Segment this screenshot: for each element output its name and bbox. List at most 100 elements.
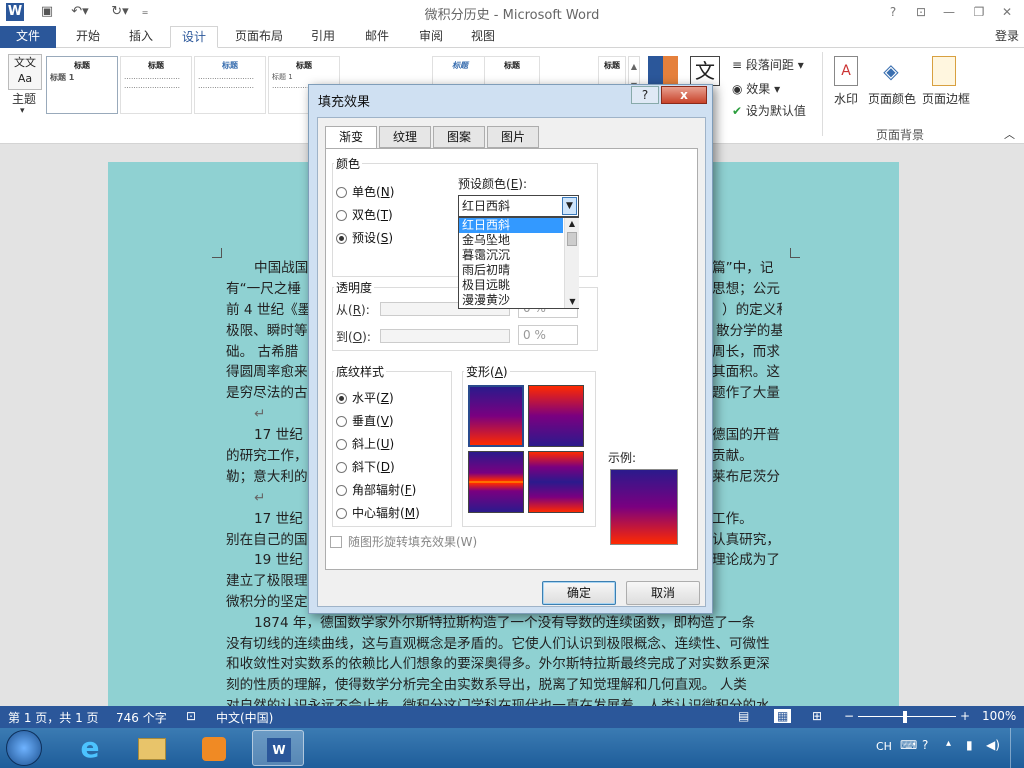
help-tray-icon[interactable]: ? (922, 738, 928, 752)
document-line-fragment[interactable]: 理论成为了 (712, 550, 782, 571)
page-color-button-label[interactable]: 页面颜色 (868, 90, 916, 107)
restore-icon[interactable]: ❐ (966, 2, 992, 22)
tab-layout[interactable]: 页面布局 (226, 26, 292, 48)
ie-icon[interactable]: e (64, 730, 116, 766)
explorer-icon[interactable] (126, 730, 178, 766)
tab-file[interactable]: 文件 (0, 26, 56, 48)
web-layout-icon[interactable]: ⊞ (812, 709, 822, 723)
word-taskbar-icon[interactable]: W (252, 730, 304, 766)
radio-one-color[interactable]: 单色(N) (336, 183, 394, 200)
document-line-fragment[interactable]: 思想；公元 (712, 279, 782, 300)
variant-4[interactable] (528, 451, 584, 513)
document-line-fragment[interactable]: 工作。 (712, 509, 782, 530)
theme-button-label[interactable]: 主题 (12, 90, 36, 107)
document-line-fragment[interactable]: 篇”中，记 (712, 258, 782, 279)
preset-option[interactable]: 金乌坠地 (459, 233, 563, 248)
chevron-down-icon[interactable]: ▼ (562, 197, 577, 215)
preset-option[interactable]: 红日西斜 (459, 218, 563, 233)
ribbon-display-icon[interactable]: ⊡ (908, 2, 934, 22)
list-scrollbar[interactable]: ▲ ▼ (564, 218, 579, 308)
document-line-fragment[interactable]: 其面积。这 (712, 362, 782, 383)
variant-1[interactable] (468, 385, 524, 447)
document-line-fragment[interactable]: ）的定义和 (722, 300, 782, 321)
set-default-button[interactable]: ✔ 设为默认值 (732, 102, 806, 119)
radio-from-center[interactable]: 中心辐射(M) (336, 504, 420, 521)
start-button-icon[interactable] (6, 730, 42, 766)
to-slider[interactable] (380, 329, 510, 343)
zoom-slider-thumb[interactable] (903, 711, 907, 723)
document-line[interactable]: 1874 年，德国数学家外尔斯特拉斯构造了一个没有导数的连续函数，即构造了一条 (226, 613, 782, 634)
preset-colors-select[interactable]: 红日西斜 (458, 195, 579, 217)
document-line-fragment[interactable]: 散分学的基 (716, 321, 782, 342)
document-line[interactable]: 没有切线的连续曲线，这与直观概念是矛盾的。它使人们认识到极限概念、连续性、可微性 (226, 634, 782, 655)
style-set-3[interactable]: 标题………………………………………… (194, 56, 266, 114)
zoom-out-icon[interactable]: − (844, 709, 854, 723)
ime-indicator[interactable]: CH (876, 740, 892, 753)
zoom-level[interactable]: 100% (982, 709, 1016, 723)
preset-option[interactable]: 极目远眺 (459, 278, 563, 293)
preset-option[interactable]: 雨后初晴 (459, 263, 563, 278)
page-border-button-label[interactable]: 页面边框 (922, 90, 970, 107)
preset-option[interactable]: 暮霭沉沉 (459, 248, 563, 263)
theme-dropdown-icon[interactable]: ▾ (20, 106, 25, 116)
close-window-icon[interactable]: ✕ (994, 2, 1020, 22)
dialog-close-button[interactable]: x (661, 86, 707, 104)
tab-pattern[interactable]: 图案 (433, 126, 485, 148)
chevron-down-icon[interactable]: ▼ (565, 296, 580, 308)
show-desktop-button[interactable] (1010, 728, 1024, 768)
radio-diagonal-down[interactable]: 斜下(D) (336, 458, 395, 475)
style-set-1[interactable]: 标题 标题 1 (46, 56, 118, 114)
page-border-icon[interactable] (932, 56, 956, 86)
tab-review[interactable]: 审阅 (410, 26, 452, 48)
media-player-icon[interactable] (188, 730, 240, 766)
to-spinner[interactable]: 0 % (518, 325, 578, 345)
radio-diagonal-up[interactable]: 斜上(U) (336, 435, 394, 452)
watermark-button-label[interactable]: 水印 (834, 90, 858, 107)
ok-button[interactable]: 确定 (542, 581, 616, 605)
read-mode-icon[interactable]: ▤ (738, 709, 749, 723)
theme-icon[interactable]: 文文 Aa (8, 54, 42, 90)
keyboard-icon[interactable]: ⌨ (900, 738, 917, 752)
document-line[interactable]: 刻的性质的理解，使得数学分析完全由实数系导出，脱离了知觉理解和几何直观。 人类 (226, 675, 782, 696)
colors-icon[interactable] (648, 56, 678, 86)
fonts-icon[interactable]: 文 (690, 56, 720, 86)
page-count[interactable]: 第 1 页，共 1 页 (8, 709, 99, 726)
word-count[interactable]: 746 个字 (116, 709, 167, 726)
zoom-slider[interactable] (858, 716, 956, 717)
tray-expand-icon[interactable]: ▴ (946, 738, 951, 749)
network-icon[interactable]: ▮ (966, 738, 973, 752)
document-line-fragment[interactable]: 莱布尼茨分 (712, 467, 782, 488)
volume-icon[interactable]: ◀) (986, 738, 1000, 752)
document-line-fragment[interactable]: 题作了大量 (712, 383, 782, 404)
collapse-ribbon-icon[interactable]: ︿ (1004, 126, 1015, 142)
tab-picture[interactable]: 图片 (487, 126, 539, 148)
document-line-fragment[interactable]: 贡献。 (712, 446, 782, 467)
cancel-button[interactable]: 取消 (626, 581, 700, 605)
variant-3[interactable] (468, 451, 524, 513)
dialog-help-button[interactable]: ? (631, 86, 659, 104)
tab-view[interactable]: 视图 (462, 26, 504, 48)
zoom-in-icon[interactable]: + (960, 709, 970, 723)
style-set-2[interactable]: 标题………………………………………… (120, 56, 192, 114)
proofing-icon[interactable]: ⊡ (186, 709, 196, 723)
tab-texture[interactable]: 纹理 (379, 126, 431, 148)
paragraph-spacing-button[interactable]: ≡ 段落间距 ▾ (732, 56, 804, 73)
document-line-fragment[interactable]: 周长，而求 (712, 342, 782, 363)
document-line-fragment[interactable]: 认真研究， (712, 530, 782, 551)
tab-design[interactable]: 设计 (170, 26, 218, 48)
language-indicator[interactable]: 中文(中国) (216, 709, 273, 726)
tab-gradient[interactable]: 渐变 (325, 126, 377, 149)
preset-option[interactable]: 漫漫黄沙 (459, 293, 563, 308)
effects-button[interactable]: ◉ 效果 ▾ (732, 80, 780, 97)
login-link[interactable]: 登录 (990, 26, 1024, 48)
tab-references[interactable]: 引用 (302, 26, 344, 48)
minimize-icon[interactable]: — (936, 2, 962, 22)
radio-two-colors[interactable]: 双色(T) (336, 206, 393, 223)
rotate-with-shape-checkbox[interactable]: 随图形旋转填充效果(W) (330, 533, 477, 550)
tab-home[interactable]: 开始 (64, 26, 112, 48)
watermark-icon[interactable]: A (834, 56, 858, 86)
tab-mailings[interactable]: 邮件 (356, 26, 398, 48)
scroll-thumb[interactable] (567, 232, 577, 246)
tab-insert[interactable]: 插入 (118, 26, 164, 48)
variant-2[interactable] (528, 385, 584, 447)
